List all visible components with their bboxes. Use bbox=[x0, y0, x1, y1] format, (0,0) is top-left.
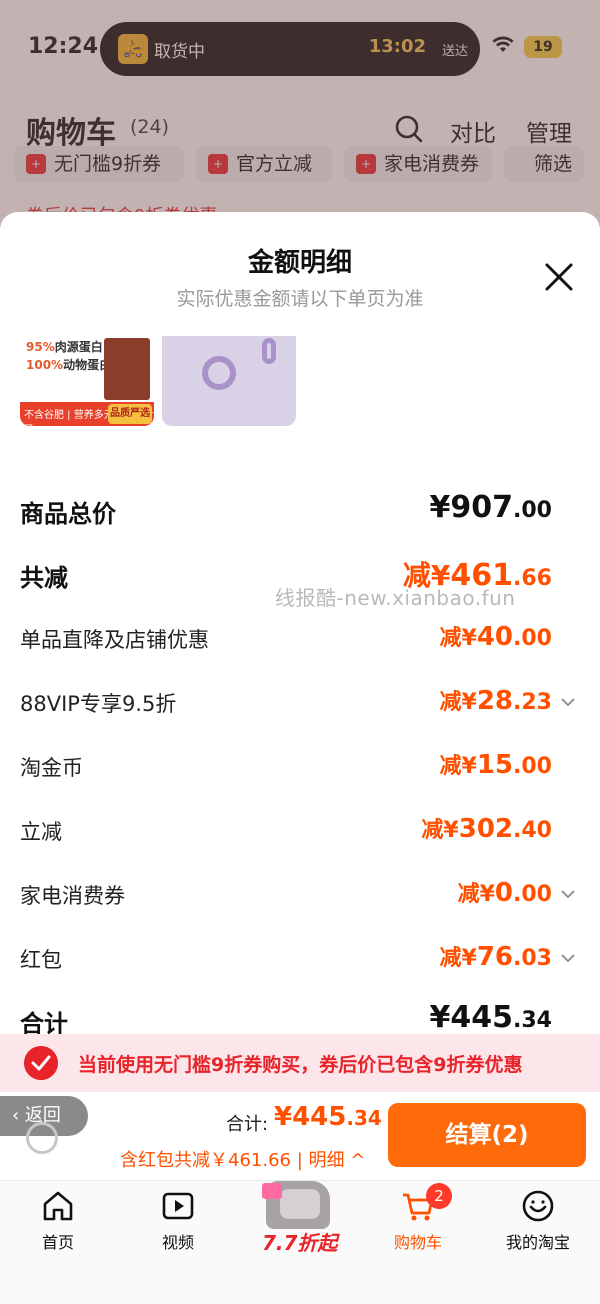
watermark: 线报酷-new.xianbao.fun bbox=[275, 586, 516, 610]
coupon-banner: 当前使用无门槛9折券购买，券后价已包含9折券优惠 bbox=[0, 1034, 600, 1092]
cart-page-background: 12:24 🛵 取货中 13:02 送达 19 购物车 (24) 对比 管理 +… bbox=[0, 0, 600, 230]
chevron-down-icon[interactable] bbox=[560, 950, 576, 966]
row-label: 家电消费券 bbox=[20, 884, 125, 908]
row-value: ¥445.34 bbox=[429, 1000, 552, 1035]
promo-image-detail bbox=[280, 1189, 320, 1219]
row-label: 淘金币 bbox=[20, 756, 83, 780]
overlay-dim[interactable] bbox=[0, 0, 600, 230]
tab-promo[interactable]: 7.7折起 bbox=[258, 1181, 342, 1255]
tab-my-taobao[interactable]: 我的淘宝 bbox=[488, 1189, 588, 1259]
total-value: ¥445.34 bbox=[274, 1102, 382, 1132]
check-circle-icon bbox=[24, 1046, 58, 1080]
sheet-subtitle: 实际优惠金额请以下单页为准 bbox=[176, 288, 424, 310]
product-thumbnail-lilac[interactable] bbox=[162, 336, 296, 426]
row-taojinbi: 淘金币 减¥15.00 bbox=[20, 748, 580, 788]
coupon-banner-text: 当前使用无门槛9折券购买，券后价已包含9折券优惠 bbox=[78, 1054, 523, 1076]
row-label: 商品总价 bbox=[20, 500, 116, 528]
tab-cart[interactable]: 2 购物车 bbox=[368, 1183, 468, 1259]
tab-label: 首页 bbox=[41, 1233, 74, 1252]
tab-label: 购物车 bbox=[393, 1233, 442, 1252]
row-label: 红包 bbox=[20, 948, 62, 972]
ring-shape bbox=[202, 356, 236, 390]
smile-face-icon bbox=[522, 1190, 554, 1222]
tab-home[interactable]: 首页 bbox=[8, 1189, 108, 1259]
promo-tag-icon bbox=[262, 1183, 282, 1199]
row-value: ¥907.00 bbox=[429, 490, 552, 525]
total-label: 合计: bbox=[226, 1114, 269, 1135]
sheet-title: 金额明细 bbox=[247, 248, 352, 278]
quality-badge: 品质严选 bbox=[108, 404, 152, 424]
row-value: 减¥40.00 bbox=[439, 622, 552, 652]
tab-label: 我的淘宝 bbox=[505, 1233, 570, 1252]
thumb-text-1: 95%肉源蛋白 bbox=[26, 340, 103, 354]
tab-bar: 首页 视频 7.7折起 2 购物车 我的淘宝 bbox=[0, 1180, 600, 1304]
home-icon bbox=[43, 1191, 73, 1221]
chevron-down-icon[interactable] bbox=[560, 886, 576, 902]
close-icon[interactable] bbox=[542, 260, 576, 294]
video-play-icon bbox=[162, 1192, 194, 1220]
row-red-packet[interactable]: 红包 减¥76.03 bbox=[20, 940, 580, 980]
chevron-left-icon: ‹ bbox=[12, 1105, 25, 1126]
promo-label: 7.7折起 bbox=[262, 1231, 338, 1255]
row-label: 88VIP专享9.5折 bbox=[20, 692, 177, 716]
row-label: 立减 bbox=[20, 820, 62, 844]
row-label: 单品直降及店铺优惠 bbox=[20, 628, 209, 652]
row-88vip[interactable]: 88VIP专享9.5折 减¥28.23 bbox=[20, 684, 580, 724]
row-instant-discount: 立减 减¥302.40 bbox=[20, 812, 580, 852]
row-value: 减¥15.00 bbox=[439, 750, 552, 780]
row-value: 减¥302.40 bbox=[421, 814, 552, 844]
tab-video[interactable]: 视频 bbox=[128, 1189, 228, 1259]
checkout-button[interactable]: 结算(2) bbox=[388, 1103, 586, 1167]
row-label: 共减 bbox=[20, 564, 68, 592]
thumb-strip: 不含谷肥 | 营养多元 | 高肉含量 品质严选 bbox=[20, 402, 154, 426]
thumb-text-2: 100%动物蛋白 bbox=[26, 358, 112, 372]
cart-badge: 2 bbox=[426, 1183, 452, 1209]
row-value: 减¥76.03 bbox=[439, 942, 552, 972]
row-value: 减¥0.00 bbox=[457, 878, 552, 908]
product-thumbnail-cat-food[interactable]: 95%肉源蛋白 100%动物蛋白 不含谷肥 | 营养多元 | 高肉含量 品质严选 bbox=[20, 336, 154, 426]
row-goods-total: 商品总价 ¥907.00 bbox=[20, 490, 580, 530]
row-appliance-coupon[interactable]: 家电消费券 减¥0.00 bbox=[20, 876, 580, 916]
food-bag-image bbox=[104, 338, 150, 400]
select-all-radio[interactable] bbox=[26, 1122, 58, 1154]
chevron-down-icon[interactable] bbox=[560, 694, 576, 710]
tab-label: 视频 bbox=[161, 1233, 194, 1252]
handle-shape bbox=[262, 338, 276, 364]
row-item-store-discount: 单品直降及店铺优惠 减¥40.00 bbox=[20, 620, 580, 660]
discount-detail-link[interactable]: 含红包共减￥461.66 | 明细 ^ bbox=[120, 1146, 365, 1172]
row-value: 减¥28.23 bbox=[439, 686, 552, 716]
